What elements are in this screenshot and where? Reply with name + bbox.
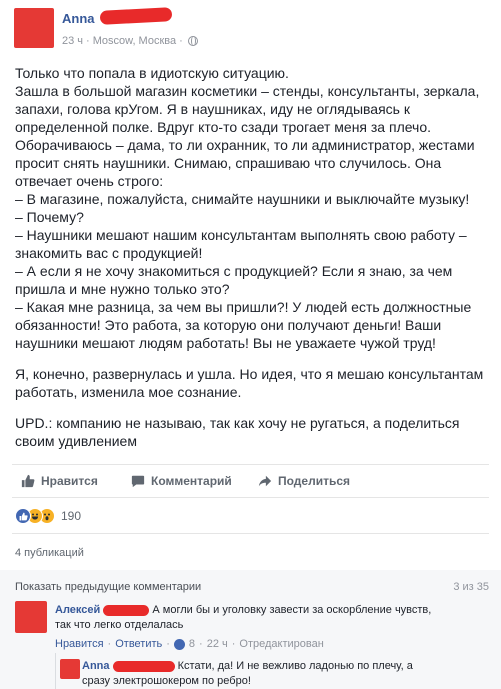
post-line: UPD.: компанию не называю, так как хочу … — [15, 415, 460, 431]
divider — [12, 497, 489, 498]
comment-label: Комментарий — [151, 474, 232, 488]
comment-text: так что легко отделалась — [55, 619, 184, 631]
facebook-post: Anna 23 ч · Moscow, Москва · Только что … — [0, 0, 501, 689]
divider — [12, 533, 489, 534]
show-previous-comments-link[interactable]: Показать предыдущие комментарии — [15, 581, 201, 593]
meta-separator: · — [107, 638, 112, 650]
comment-icon — [131, 475, 145, 488]
reaction-count[interactable]: 190 — [61, 509, 81, 523]
share-button[interactable]: Поделиться — [258, 474, 350, 488]
redaction-mark — [99, 7, 173, 25]
post-line: запахи, голова крУгом. Я в наушниках, ид… — [15, 101, 410, 117]
post-line: пришла и мне нужно только это? — [15, 281, 230, 297]
globe-icon[interactable] — [187, 36, 198, 46]
post-time[interactable]: 23 ч — [62, 35, 83, 47]
share-icon — [258, 475, 272, 487]
redaction-mark — [112, 660, 175, 672]
comment-meta: Нравится · Ответить · 8 · 22 ч · Отредак… — [55, 638, 324, 650]
comment-text: Кстати, да! И не вежливо ладонью по плеч… — [177, 660, 413, 672]
like-label: Нравится — [41, 474, 98, 488]
meta-separator: · — [199, 638, 203, 650]
post-body: Только что попала в идиотскую ситуацию. … — [15, 64, 490, 450]
divider — [12, 464, 489, 465]
comment-author[interactable]: Anna — [82, 660, 110, 672]
post-line: – Почему? — [15, 209, 84, 225]
post-line: – А если я не хочу знакомиться с продукц… — [15, 263, 453, 279]
share-count[interactable]: 4 публикаций — [15, 547, 84, 559]
like-icon — [173, 638, 185, 650]
like-icon — [15, 508, 31, 524]
post-line: Зашла в большой магазин косметики – стен… — [15, 83, 480, 99]
reply-thread-line — [55, 653, 56, 689]
post-meta: 23 ч · Moscow, Москва · — [62, 35, 198, 47]
post-line: обязанности! Это работа, за которую они … — [15, 317, 442, 333]
post-line: – Наушники мешают нашим консультантам вы… — [15, 227, 467, 243]
comment-reply-link[interactable]: Ответить — [115, 638, 162, 650]
meta-separator: · — [86, 35, 90, 47]
comment-text: А могли бы и уголовку завести за оскорбл… — [152, 604, 432, 616]
comment-time[interactable]: 22 ч — [207, 638, 228, 650]
meta-separator: · — [166, 638, 170, 650]
comment-reply: Anna Кстати, да! И не вежливо ладонью по… — [82, 659, 492, 689]
post-line: работать, изменила мое сознание. — [15, 384, 242, 400]
post-line: знакомить вас с продукцией! — [15, 245, 203, 261]
comment-like-count[interactable]: 8 — [189, 638, 195, 650]
like-button[interactable]: Нравится — [21, 474, 98, 488]
comment-edited[interactable]: Отредактирован — [239, 638, 323, 650]
avatar[interactable] — [14, 8, 54, 48]
meta-separator: · — [231, 638, 236, 650]
post-line: своим удивлением — [15, 433, 137, 449]
post-line: отвечает очень строго: — [15, 173, 164, 189]
post-line: – В магазине, пожалуйста, снимайте наушн… — [15, 191, 470, 207]
post-line: Оборачиваюсь – дама, то ли охранник, то … — [15, 137, 475, 153]
avatar[interactable] — [60, 659, 80, 679]
post-line: – Какая мне разница, за чем вы пришли?! … — [15, 299, 472, 315]
post-line: определенной полке. Вдруг кто-то сзади т… — [15, 119, 432, 135]
share-label: Поделиться — [278, 474, 351, 488]
reactions-summary[interactable]: 190 — [15, 508, 81, 524]
post-author[interactable]: Anna — [62, 11, 95, 26]
comments-position: 3 из 35 — [453, 581, 489, 593]
post-line: Только что попала в идиотскую ситуацию. — [15, 65, 289, 81]
comment-button[interactable]: Комментарий — [131, 474, 232, 488]
redaction-mark — [103, 604, 150, 616]
post-line: Я, конечно, развернулась и ушла. Но идея… — [15, 366, 484, 382]
comment-text: сразу электрошокером по ребро! — [82, 675, 251, 687]
post-line: просит снять наушники. Снимаю, спрашиваю… — [15, 155, 442, 171]
comment: Алексей А могли бы и уголовку завести за… — [55, 603, 495, 633]
comment-author[interactable]: Алексей — [55, 604, 100, 616]
meta-separator: · — [179, 35, 183, 47]
avatar[interactable] — [15, 601, 47, 633]
action-bar: Нравится Комментарий Поделиться — [12, 466, 489, 496]
comment-like-link[interactable]: Нравится — [55, 638, 104, 650]
post-line: наушники мешают людям работать! Вы не ув… — [15, 335, 436, 351]
thumbs-up-icon — [21, 474, 35, 488]
post-location[interactable]: Moscow, Москва — [93, 35, 176, 47]
